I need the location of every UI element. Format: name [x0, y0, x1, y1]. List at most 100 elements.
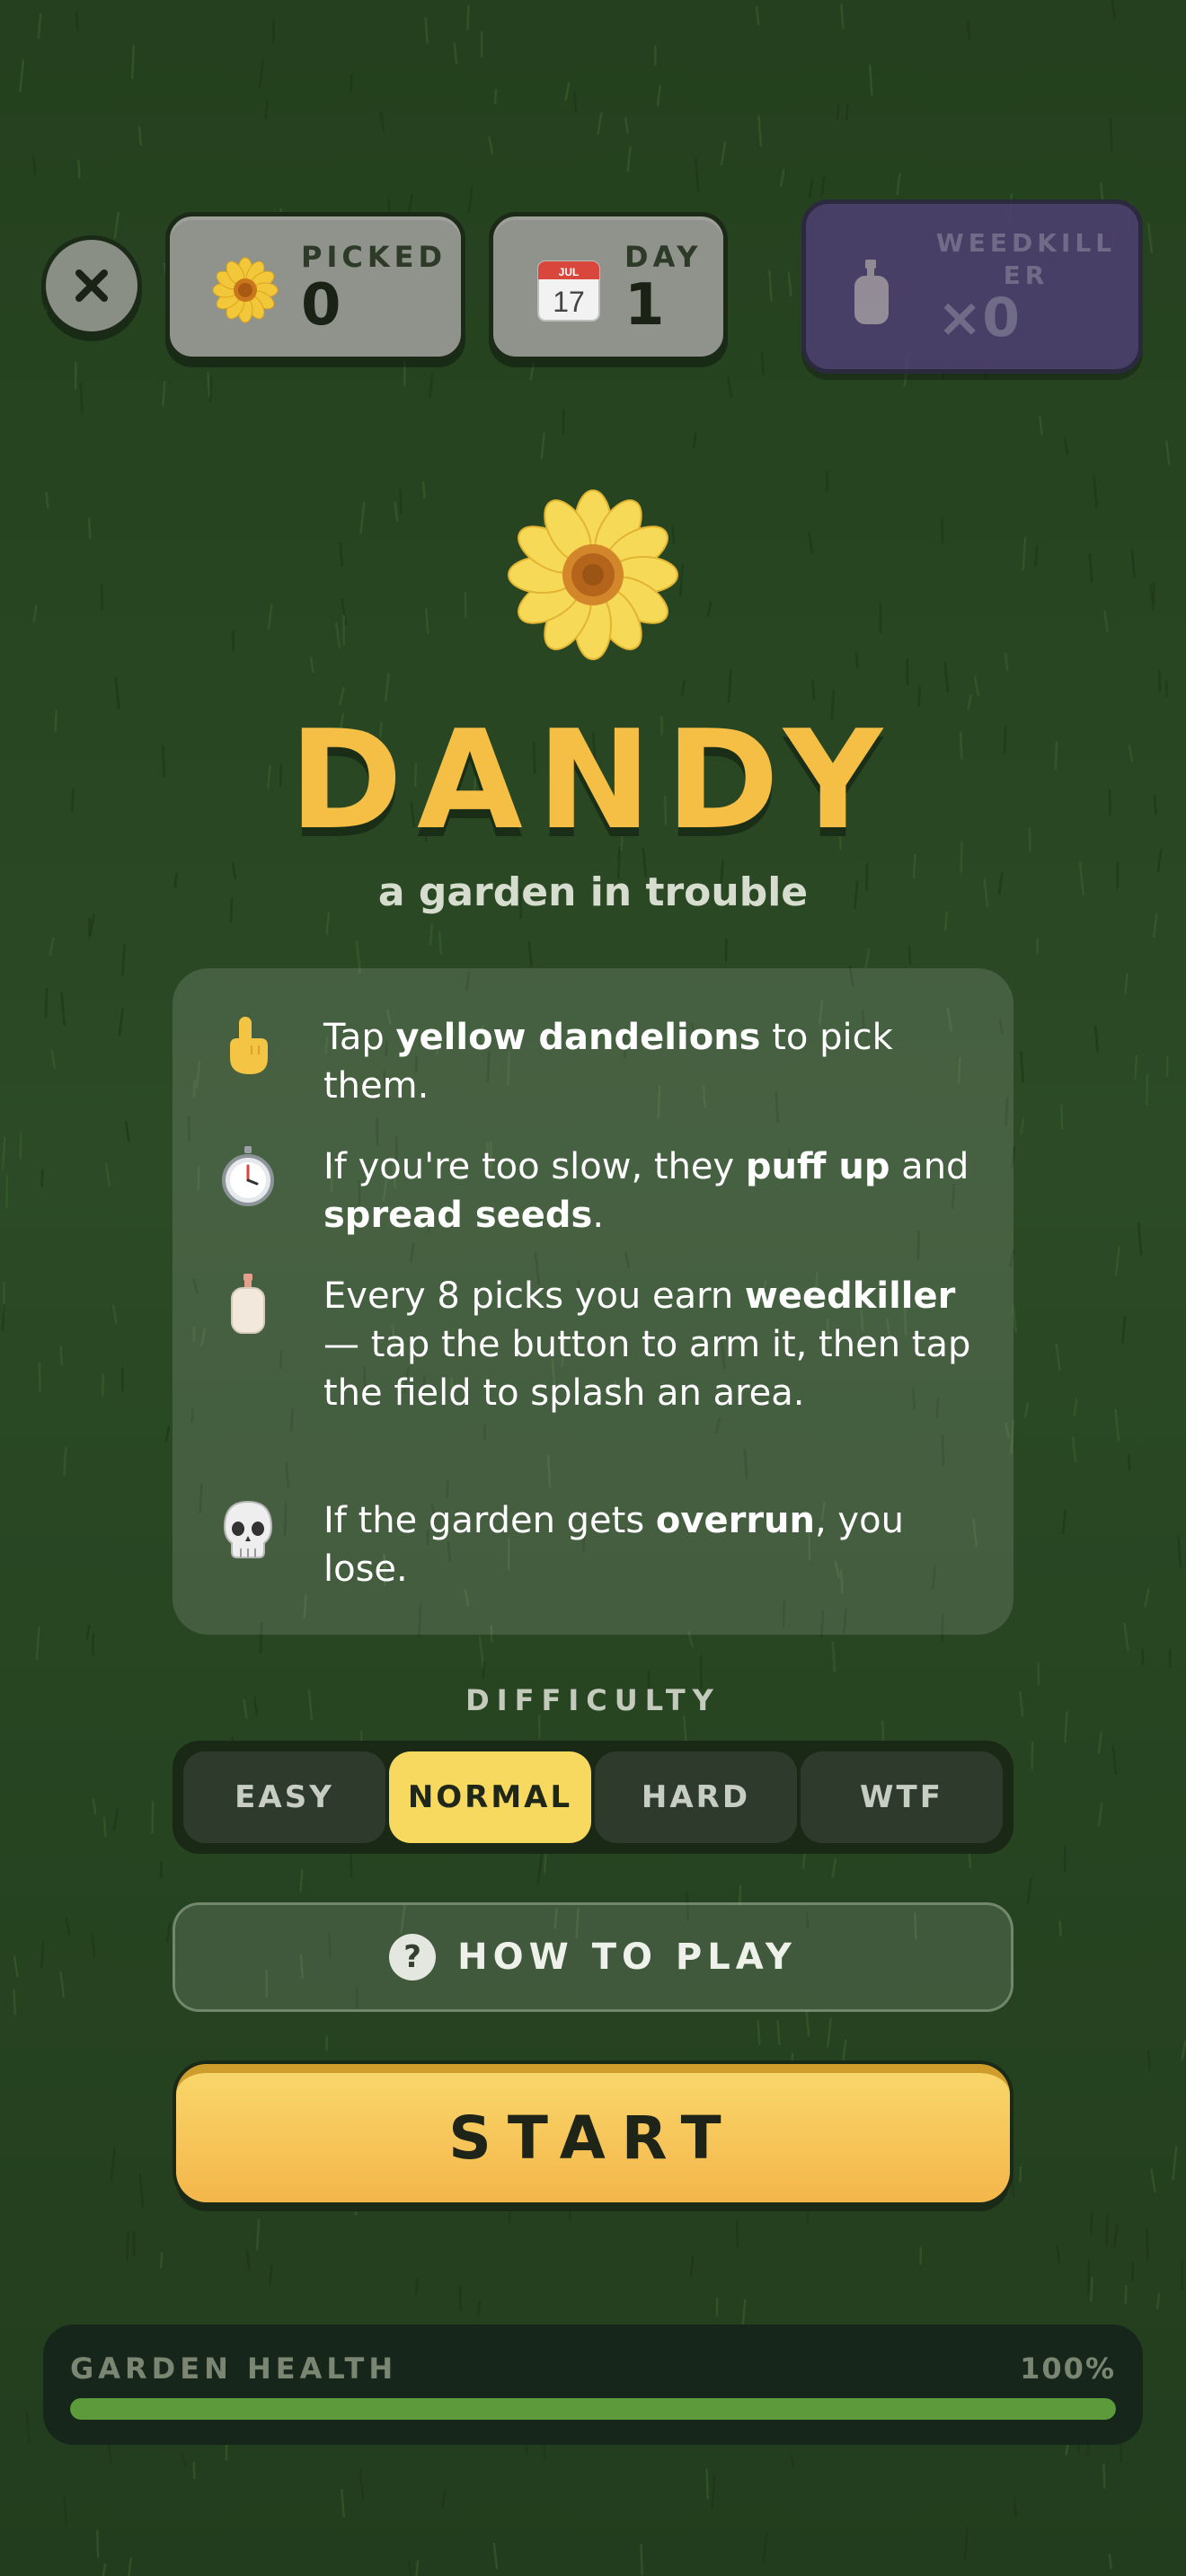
grass-blade — [341, 598, 348, 626]
difficulty-wtf-button[interactable]: WTF — [801, 1751, 1003, 1843]
grass-blade — [267, 604, 273, 631]
grass-blade — [1130, 549, 1136, 578]
grass-blade — [1114, 1408, 1120, 1442]
grass-blade — [1039, 416, 1043, 436]
grass-blade — [59, 1345, 64, 1366]
grass-blade — [1152, 582, 1155, 611]
grass-blade — [836, 104, 840, 120]
grass-blade — [350, 1852, 353, 1878]
grass-blade — [1073, 1398, 1078, 1416]
grass-blade — [1102, 2463, 1106, 2490]
day-value: 1 — [624, 272, 665, 339]
grass-blade — [384, 673, 390, 702]
difficulty-easy-button[interactable]: EASY — [183, 1751, 385, 1843]
grass-blade — [845, 103, 849, 121]
grass-blade — [110, 2147, 116, 2181]
grass-blade — [1146, 2050, 1151, 2071]
grass-blade — [1124, 972, 1128, 995]
weedkiller-label-line1: WEEDKILL — [935, 228, 1117, 258]
difficulty-normal-button[interactable]: NORMAL — [389, 1751, 591, 1843]
grass-blade — [1013, 2497, 1018, 2518]
how-to-play-button[interactable]: ? HOW TO PLAY — [173, 1902, 1013, 2012]
grass-blade — [488, 137, 494, 154]
start-button[interactable]: START — [176, 2064, 1010, 2202]
grass-blade — [831, 1641, 836, 1673]
garden-health-value: 100% — [1020, 2351, 1116, 2386]
grass-blade — [768, 269, 773, 303]
sunflower-icon — [212, 257, 279, 323]
grass-blade — [1121, 1315, 1127, 1344]
rule-text-part: and — [890, 1146, 969, 1187]
calendar-icon: JUL 17 — [537, 260, 600, 322]
pointing-finger-icon — [230, 1017, 268, 1074]
grass-blade — [1031, 1741, 1034, 1769]
grass-blade — [1103, 610, 1109, 633]
grass-blade — [831, 1858, 837, 1878]
rule-text-part: — tap the button to arm it, then tap the… — [323, 1324, 971, 1414]
close-button[interactable] — [41, 235, 142, 336]
grass-blade — [907, 946, 912, 965]
grass-blade — [75, 12, 79, 32]
difficulty-label: DIFFICULTY — [465, 1683, 721, 1717]
grass-blade — [87, 516, 92, 540]
grass-blade — [1009, 2166, 1015, 2198]
grass-blade — [1005, 652, 1009, 672]
rule-text-bold: spread seeds — [323, 1195, 593, 1236]
grass-blade — [425, 608, 429, 635]
grass-blade — [1090, 2276, 1093, 2302]
grass-blade — [113, 212, 120, 239]
grass-blade — [1098, 1803, 1103, 1827]
grass-blade — [359, 501, 366, 534]
grass-blade — [121, 943, 126, 977]
grass-blade — [1155, 2293, 1161, 2309]
rule-text: Tap yellow dandelions to pick them. — [323, 1013, 988, 1110]
grass-blade — [165, 1921, 172, 1944]
grass-blade — [943, 661, 950, 693]
grass-blade — [309, 656, 314, 674]
how-to-play-label: HOW TO PLAY — [457, 1936, 797, 1978]
grass-blade — [1012, 1304, 1018, 1334]
grass-blade — [1177, 1536, 1182, 1568]
weedkiller-button[interactable]: WEEDKILL ER ×0 — [801, 199, 1143, 374]
grass-blade — [805, 2010, 810, 2037]
picked-label: PICKED — [301, 240, 447, 274]
grass-blade — [1109, 119, 1113, 152]
grass-blade — [415, 2560, 420, 2576]
grass-blade — [1061, 1510, 1067, 1535]
grass-blade — [19, 59, 25, 93]
grass-blade — [95, 2529, 100, 2558]
difficulty-selector: EASY NORMAL HARD WTF — [173, 1741, 1013, 1854]
difficulty-hard-button[interactable]: HARD — [595, 1751, 797, 1843]
grass-blade — [131, 45, 136, 80]
grass-blade — [358, 2468, 365, 2501]
grass-blade — [92, 1798, 97, 1815]
grass-blade — [967, 22, 971, 40]
grass-blade — [941, 517, 944, 544]
grass-blade — [868, 64, 873, 96]
grass-blade — [1146, 1073, 1149, 1107]
grass-blade — [572, 90, 578, 114]
grass-blade — [1111, 0, 1117, 19]
grass-blade — [299, 1869, 304, 1892]
grass-blade — [1168, 1648, 1172, 1669]
grass-blade — [1020, 1117, 1025, 1135]
grass-blade — [724, 938, 728, 962]
grass-blade — [536, 1852, 544, 1884]
grass-blade — [562, 409, 565, 436]
grass-blade — [757, 115, 763, 147]
grass-blade — [25, 2409, 31, 2444]
picked-counter: PICKED 0 — [165, 212, 465, 361]
grass-blade — [65, 1917, 71, 1936]
grass-blade — [102, 1817, 107, 1838]
grass-blade — [341, 2488, 345, 2518]
grass-blade — [1059, 1104, 1064, 1130]
skull-icon — [223, 1500, 273, 1558]
grass-blade — [1020, 1051, 1024, 1083]
picked-value: 0 — [301, 272, 341, 339]
grass-blade — [1093, 475, 1098, 508]
calendar-month: JUL — [559, 266, 580, 278]
rule-text: If you're too slow, they puff up and spr… — [323, 1142, 988, 1239]
grass-blade — [1056, 2245, 1061, 2263]
grass-blade — [1063, 437, 1069, 455]
grass-blade — [963, 2527, 969, 2562]
